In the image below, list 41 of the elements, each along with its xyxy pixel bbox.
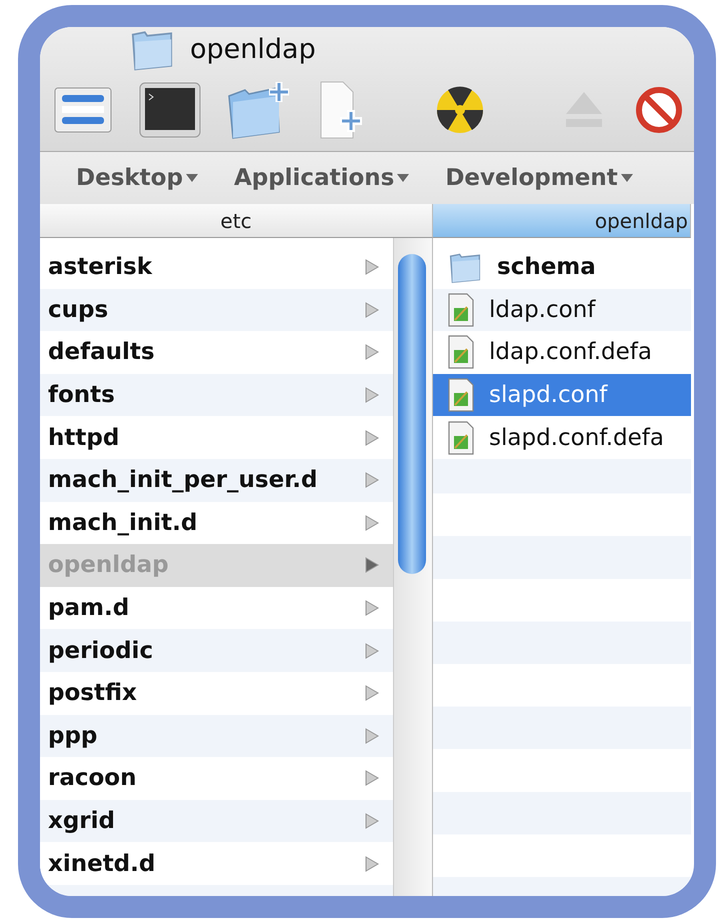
disclosure-arrow-icon	[365, 557, 379, 574]
dropdown-arrow-icon	[397, 174, 410, 182]
dropdown-arrow-icon	[620, 174, 633, 182]
folder-list-item[interactable]: cups	[40, 288, 393, 332]
disclosure-arrow-icon	[365, 600, 379, 616]
window-title: openldap	[190, 34, 316, 64]
disclosure-arrow-icon	[365, 472, 379, 488]
dropdown-arrow-icon	[186, 174, 198, 182]
path-bar-item[interactable]: Desktop	[76, 165, 198, 191]
disclosure-arrow-icon	[365, 387, 379, 404]
document-icon	[447, 420, 475, 455]
disclosure-arrow-icon	[365, 642, 379, 659]
stop-icon[interactable]	[635, 86, 684, 134]
file-list-item[interactable]: ldap.conf	[433, 288, 691, 332]
disclosure-arrow-icon	[365, 770, 379, 786]
disclosure-arrow-icon	[365, 856, 379, 872]
document-icon	[447, 378, 475, 412]
disclosure-arrow-icon	[365, 259, 379, 276]
folder-list-item[interactable]: ppp	[40, 714, 393, 758]
terminal-icon[interactable]	[138, 82, 201, 138]
folder-list-item[interactable]: mach_init.d	[40, 502, 393, 544]
folder-list-item[interactable]: xgrid	[40, 800, 393, 842]
path-bar-item[interactable]: Applications	[234, 165, 410, 191]
disclosure-arrow-icon	[365, 344, 379, 360]
document-icon	[447, 335, 475, 370]
disclosure-arrow-icon	[365, 813, 379, 830]
new-folder-icon[interactable]	[227, 80, 292, 140]
disclosure-arrow-icon	[365, 302, 379, 318]
disclosure-arrow-icon	[365, 728, 379, 744]
disclosure-arrow-icon	[365, 685, 379, 702]
list-view-icon[interactable]	[54, 86, 112, 134]
scrollbar-thumb[interactable]	[398, 254, 426, 574]
document-icon	[447, 292, 475, 327]
disclosure-arrow-icon	[365, 430, 379, 446]
scrollbar[interactable]	[393, 238, 433, 896]
column-header: etc	[40, 204, 433, 238]
disclosure-arrow-icon	[365, 514, 379, 531]
path-bar-item[interactable]: Development	[445, 165, 633, 191]
radiation-icon[interactable]	[434, 85, 485, 135]
file-list-item[interactable]: slapd.conf	[433, 374, 691, 416]
column-header: openldap	[433, 204, 691, 238]
